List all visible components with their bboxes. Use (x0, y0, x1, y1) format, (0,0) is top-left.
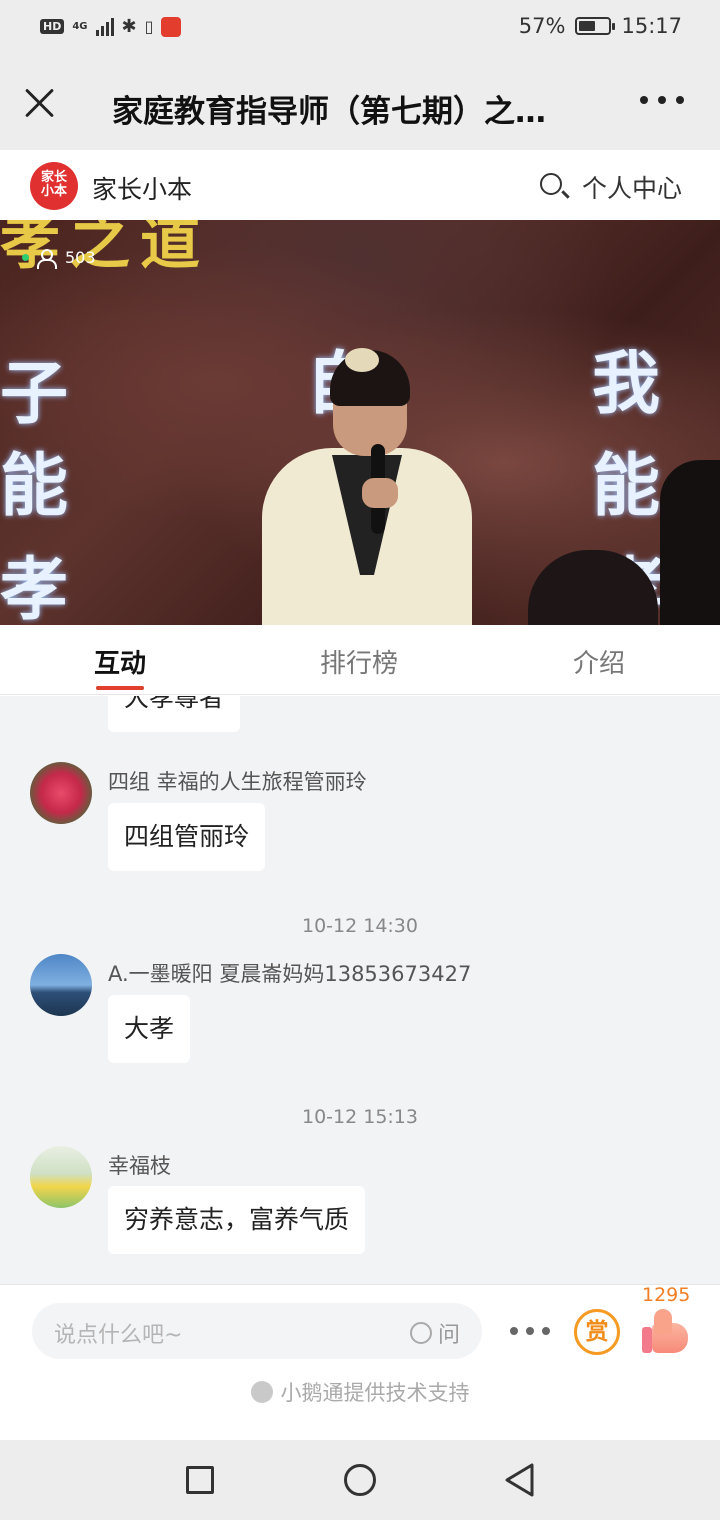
app-notification-icon (161, 16, 182, 37)
status-left: HD 4G ✱ ▯ (40, 16, 182, 37)
tab-introduction[interactable]: 介绍 (573, 643, 625, 680)
chat-bubble: 大孝 (108, 995, 191, 1063)
chat-bubble-partial: 大孝尊者 (108, 696, 241, 732)
user-icon (37, 248, 57, 269)
chat-bubble: 四组管丽玲 (108, 803, 266, 871)
active-tab-indicator (96, 686, 144, 690)
ask-label: 问 (437, 1323, 460, 1348)
search-icon[interactable] (540, 173, 562, 195)
comment-placeholder: 说点什么吧~ (54, 1323, 183, 1348)
back-icon[interactable] (504, 1462, 536, 1498)
tech-support-text: 小鹅通提供技术支持 (280, 1381, 470, 1405)
more-icon[interactable] (640, 96, 684, 104)
signal-icon (95, 17, 114, 36)
battery-icon (575, 17, 616, 35)
chat-nickname: 幸福枝 (108, 1154, 171, 1178)
live-video-player[interactable]: 孝之道 子 能 孝 自 我 能 孝 503 (0, 220, 720, 625)
bluetooth-icon: ✱ (121, 16, 137, 37)
battery-percent: 57% (518, 14, 566, 38)
video-backdrop-char: 能 (592, 446, 661, 526)
more-options-icon[interactable] (510, 1327, 550, 1335)
tab-bar: 互动 排行榜 介绍 (0, 625, 720, 695)
hd-badge: HD (40, 19, 65, 34)
chat-nickname: A.一墨暖阳 夏晨崙妈妈13853673427 (108, 962, 472, 986)
page-title: 家庭教育指导师（第七期）之… (112, 94, 546, 130)
tab-ranking[interactable]: 排行榜 (320, 643, 398, 680)
recent-apps-icon[interactable] (186, 1466, 214, 1494)
like-count: 1295 (642, 1284, 691, 1306)
comment-input[interactable]: 说点什么吧~ 问 (32, 1303, 482, 1359)
chat-timestamp: 10-12 14:30 (301, 915, 418, 937)
status-bar: HD 4G ✱ ▯ 57% 15:17 (0, 0, 720, 56)
app-logo[interactable]: 家长 小本 (30, 162, 78, 210)
avatar[interactable] (30, 762, 92, 824)
title-bar: 家庭教育指导师（第七期）之… (0, 56, 720, 150)
xiaoe-logo-icon (250, 1381, 273, 1403)
clock: 15:17 (621, 14, 682, 38)
speaker-scrunchie (345, 348, 379, 372)
video-backdrop-char: 孝 (0, 550, 69, 625)
chat-bubble: 穷养意志，富养气质 (108, 1186, 366, 1254)
system-nav-bar (0, 1440, 720, 1520)
battery-level-fill (579, 21, 596, 31)
home-icon[interactable] (344, 1464, 376, 1496)
bottom-bar: 说点什么吧~ 问 赏 1295 小鹅通提供技术支持 (0, 1284, 720, 1440)
tab-interact[interactable]: 互动 (94, 643, 146, 680)
live-dot-icon (22, 254, 29, 261)
reward-button[interactable]: 赏 (574, 1309, 620, 1355)
video-backdrop-char: 能 (0, 446, 69, 526)
app-header: 家长 小本 家长小本 个人中心 (0, 150, 720, 220)
chat-nickname: 四组 幸福的人生旅程管丽玲 (108, 770, 367, 794)
like-thumb-icon[interactable] (642, 1309, 688, 1353)
avatar[interactable] (30, 1146, 92, 1208)
radio-circle-icon (409, 1322, 432, 1344)
status-right: 57% 15:17 (519, 14, 682, 38)
viewer-counter: 503 (22, 248, 96, 269)
close-icon[interactable] (22, 84, 58, 120)
video-backdrop-char: 子 (0, 354, 69, 434)
avatar[interactable] (30, 954, 92, 1016)
speaker-hand (362, 478, 398, 508)
tech-support-footer: 小鹅通提供技术支持 (0, 1377, 720, 1407)
chat-timestamp: 10-12 15:13 (301, 1106, 418, 1128)
network-gen: 4G (72, 20, 88, 32)
personal-center-link[interactable]: 个人中心 (582, 169, 682, 205)
video-foreground-shadow (660, 460, 720, 625)
vibrate-icon: ▯ (144, 17, 154, 36)
app-name[interactable]: 家长小本 (92, 170, 192, 206)
ask-question-toggle[interactable]: 问 (409, 1317, 460, 1349)
video-backdrop-char: 我 (592, 344, 661, 424)
viewer-count: 503 (65, 248, 96, 267)
chat-list[interactable]: 大孝尊者 四组 幸福的人生旅程管丽玲 四组管丽玲 10-12 14:30 A.一… (0, 696, 720, 1284)
